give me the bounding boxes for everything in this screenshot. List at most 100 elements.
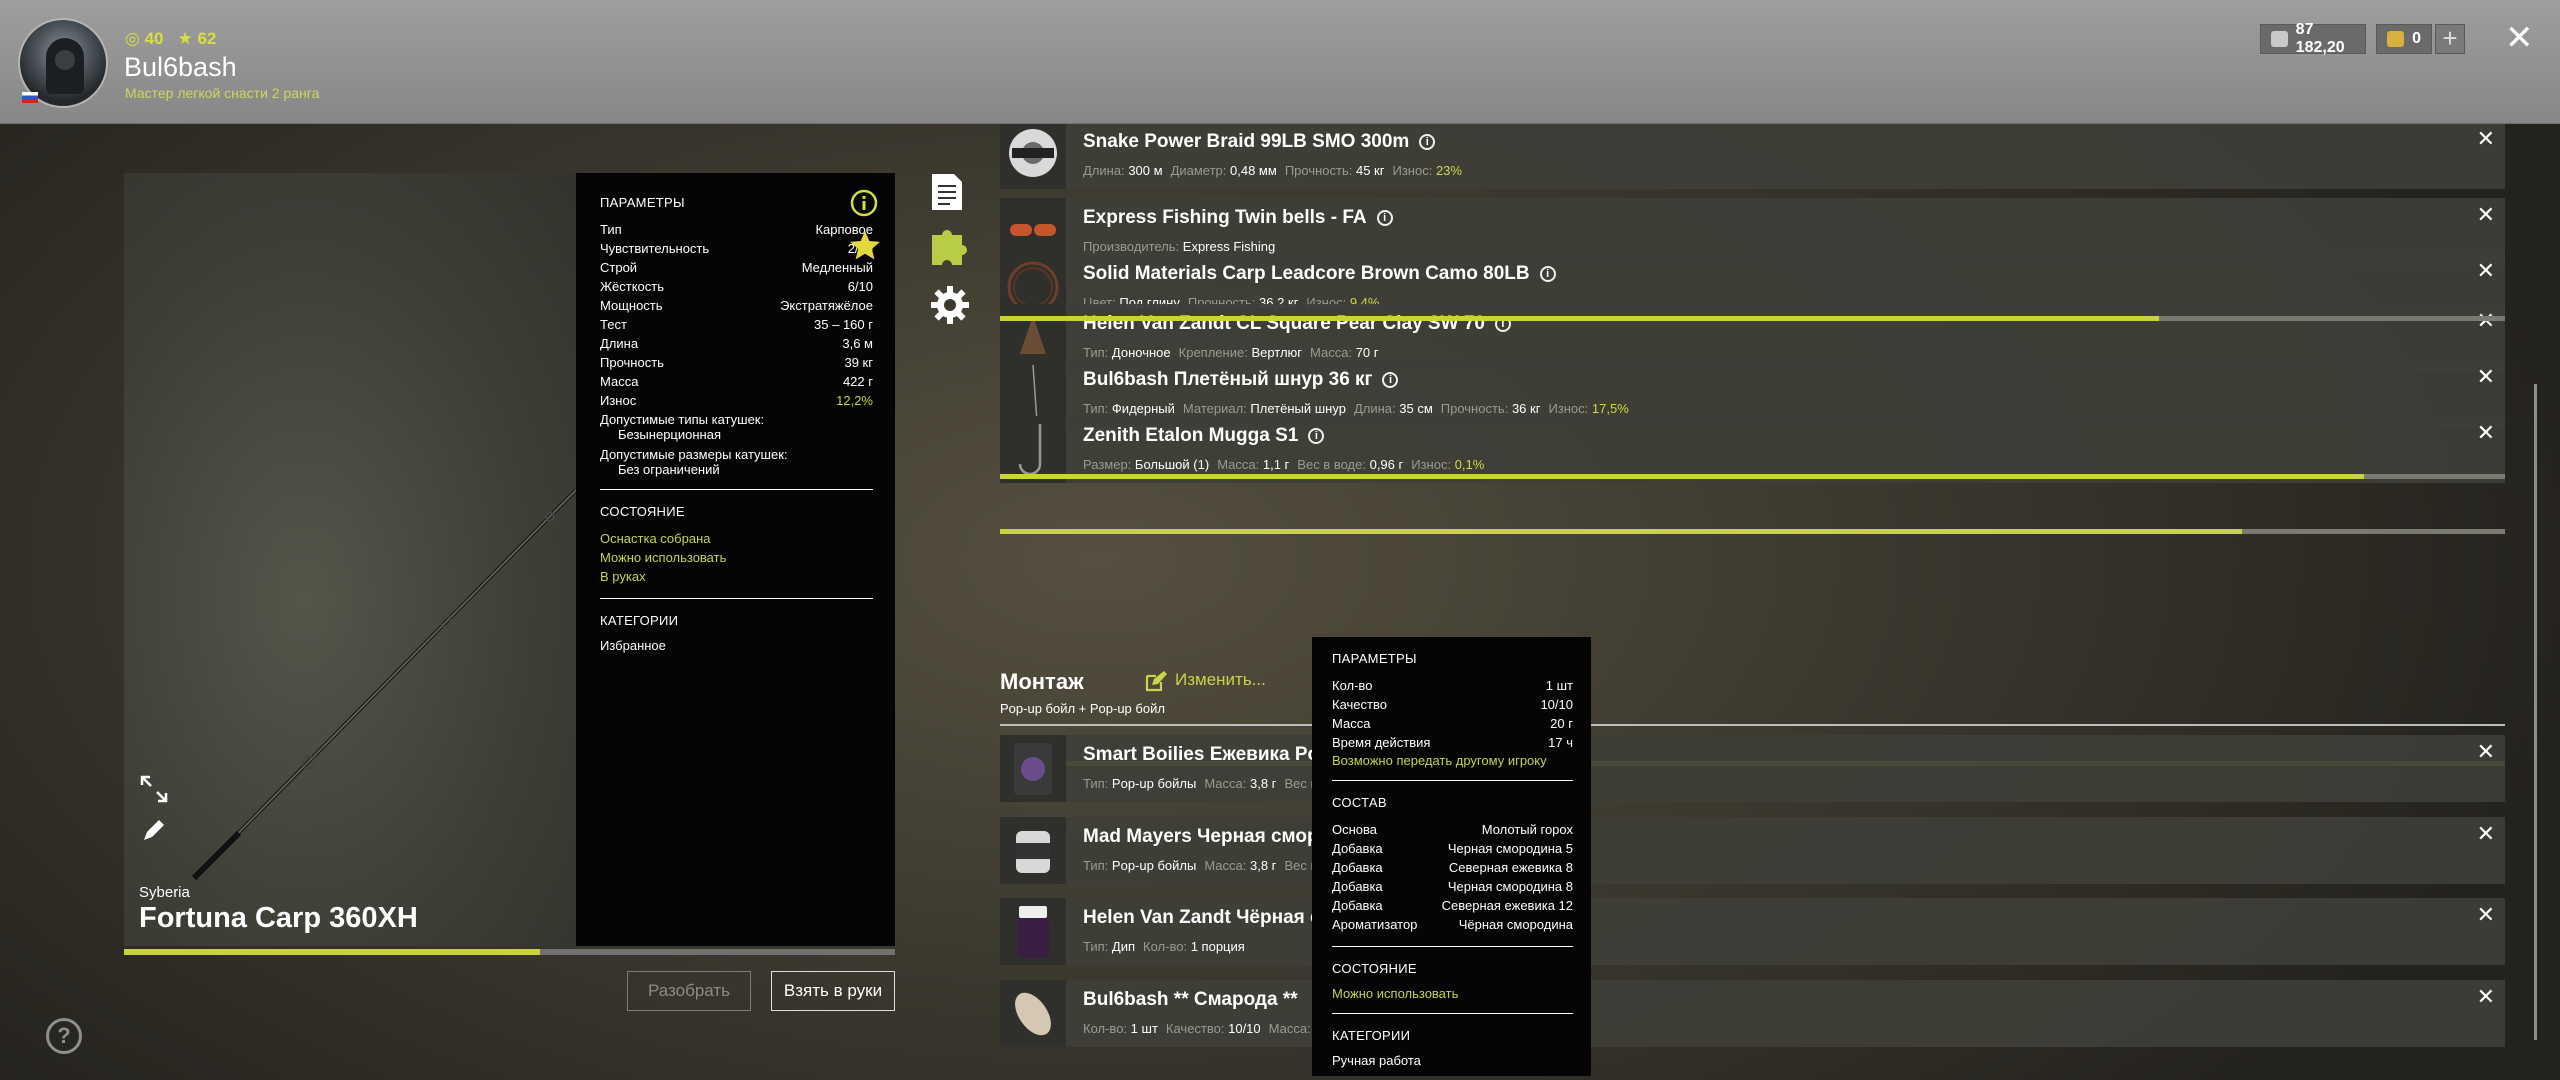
player-stats: ◎ 40 ★ 62 <box>125 29 216 49</box>
rod-param-row-value: 6/10 <box>847 279 873 294</box>
document-icon[interactable] <box>930 172 964 212</box>
help-icon[interactable]: ? <box>46 1018 82 1054</box>
take-in-hands-button[interactable]: Взять в руки <box>771 971 895 1011</box>
close-icon[interactable]: ✕ <box>2477 364 2495 390</box>
tooltip-param-row: Масса 20 г <box>1332 714 1573 733</box>
close-icon[interactable]: ✕ <box>2477 821 2495 847</box>
tooltip-param-row: Кол-во 1 шт <box>1332 676 1573 695</box>
tooltip-categories-title: КАТЕГОРИИ <box>1332 1028 1411 1043</box>
rod-param-row-key: Прочность <box>600 355 664 370</box>
scrollbar[interactable] <box>2534 384 2537 1040</box>
state-title: СОСТОЯНИЕ <box>600 504 685 519</box>
close-icon[interactable]: ✕ <box>2505 18 2534 58</box>
prop-key: Масса: <box>1268 1021 1311 1036</box>
star-icon[interactable] <box>849 230 881 262</box>
rod-param-row: Мощность Экстратяжёлое <box>600 296 873 315</box>
info-icon[interactable]: i <box>1382 372 1399 388</box>
divider <box>1332 946 1573 947</box>
tooltip-param-row: Качество 10/10 <box>1332 695 1573 714</box>
prop-value: 23% <box>1435 163 1462 178</box>
close-icon[interactable]: ✕ <box>2477 739 2495 765</box>
prop-value: 10/10 <box>1228 1021 1261 1036</box>
item-name: Bul6bash ** Смарода ** <box>1083 989 1298 1011</box>
close-icon[interactable]: ✕ <box>2477 902 2495 928</box>
montage-edit-link[interactable]: Изменить... <box>1175 670 1266 690</box>
rod-param-row-value: 39 кг <box>844 355 873 370</box>
username: Bul6bash <box>124 52 237 82</box>
list-item[interactable]: Mad Mayers Черная сморо Тип: Pop-up бойлы… <box>1000 817 2505 884</box>
tooltip-param-row-key: Время действия <box>1332 735 1431 750</box>
item-wear-bar <box>1000 316 2505 321</box>
close-icon[interactable]: ✕ <box>2477 308 2495 334</box>
prop-value: 0,96 г <box>1369 457 1404 472</box>
silver-value: 87 182,20 <box>2295 21 2345 56</box>
tooltip-comp-row: Добавка Северная ежевика 12 <box>1332 896 1573 915</box>
add-currency-button[interactable]: + <box>2435 24 2465 54</box>
tooltip-category-value: Ручная работа <box>1332 1053 1421 1068</box>
reel-sizes-label: Допустимые размеры катушек: <box>600 447 788 462</box>
prop-key: Прочность: <box>1284 163 1353 178</box>
gold-balance[interactable]: 0 <box>2376 24 2432 54</box>
close-icon[interactable]: ✕ <box>2477 202 2495 228</box>
gear-icon[interactable] <box>930 285 970 325</box>
prop-key: Износ: <box>1392 163 1433 178</box>
level-value: 40 <box>144 29 164 48</box>
info-icon[interactable]: i <box>1539 266 1556 282</box>
expand-icon[interactable] <box>139 774 169 804</box>
item-props: Размер: Большой (1) Масса: 1,1 г Вес в вод… <box>1083 457 1492 472</box>
state-in-hands: В руках <box>600 569 646 584</box>
close-icon[interactable]: ✕ <box>2477 258 2495 284</box>
info-icon[interactable] <box>849 188 879 218</box>
rod-param-row-key: Жёсткость <box>600 279 664 294</box>
info-icon[interactable]: i <box>1419 134 1436 150</box>
puzzle-icon[interactable] <box>930 225 970 267</box>
reel-types-value: Безынерционная <box>618 427 721 442</box>
prop-value: Большой (1) <box>1134 457 1210 472</box>
tooltip-composition-list: Основа Молотый горох Добавка Черная смороди… <box>1332 820 1573 934</box>
rod-param-row-value: 422 г <box>842 374 873 389</box>
info-icon[interactable]: i <box>1308 428 1325 444</box>
item-thumbnail <box>1000 817 1066 884</box>
list-item[interactable]: Zenith Etalon Mugga S1 i Размер: Большой (… <box>1000 416 2505 483</box>
tooltip-comp-row-key: Добавка <box>1332 841 1383 856</box>
rod-param-row: Строй Медленный <box>600 258 873 277</box>
info-icon[interactable]: i <box>1376 210 1393 226</box>
rod-param-row-value: 12,2% <box>836 393 873 408</box>
item-name-text: Mad Mayers Черная сморо <box>1083 826 1331 847</box>
silver-balance[interactable]: 87 182,20 <box>2260 21 2366 56</box>
list-item[interactable]: Bul6bash ** Смарода ** Кол-во: 1 шт Качест… <box>1000 980 2505 1047</box>
rod-name: Fortuna Carp 360XH <box>139 902 418 934</box>
tooltip-comp-row-key: Добавка <box>1332 879 1383 894</box>
rod-param-row-key: Тест <box>600 317 627 332</box>
rod-param-row-value: 3,6 м <box>842 336 873 351</box>
edit-icon[interactable] <box>1144 670 1168 692</box>
rod-param-row: Тип Карповое <box>600 220 873 239</box>
rod-param-row-key: Тип <box>600 222 622 237</box>
prop-key: Размер: <box>1083 457 1132 472</box>
prop-value: Express Fishing <box>1182 239 1276 254</box>
tooltip-comp-row-key: Основа <box>1332 822 1378 837</box>
rod-params-list: ТипКарповоеЧувствительность2/10СтройМедл… <box>600 220 873 410</box>
rod-param-row-key: Длина <box>600 336 639 351</box>
list-item[interactable]: Helen Van Zandt Чёрная см Тип: Дип Кол-во:… <box>1000 898 2505 965</box>
pencil-icon[interactable] <box>139 815 169 845</box>
close-icon[interactable]: ✕ <box>2477 984 2495 1010</box>
prop-key: Прочность: <box>1440 401 1509 416</box>
list-item[interactable]: Snake Power Braid 99LB SMO 300m i Длина: 3… <box>1000 124 2505 189</box>
item-props: Тип: Фидерный Материал: Плетёный шнур Длин… <box>1083 401 1637 416</box>
tooltip-comp-row: Основа Молотый горох <box>1332 820 1573 839</box>
item-thumbnail <box>1000 124 1066 189</box>
gold-value: 0 <box>2412 30 2421 47</box>
rod-param-row-key: Чувствительность <box>600 241 710 256</box>
prop-key: Длина: <box>1353 401 1396 416</box>
close-icon[interactable]: ✕ <box>2477 126 2495 152</box>
prop-key: Износ: <box>1411 457 1452 472</box>
close-icon[interactable]: ✕ <box>2477 420 2495 446</box>
rod-param-row: Прочность 39 кг <box>600 353 873 372</box>
list-item[interactable]: Smart Boilies Ежевика Pop Тип: Pop-up бой… <box>1000 735 2505 802</box>
rod-param-row-key: Масса <box>600 374 639 389</box>
item-name-text: Zenith Etalon Mugga S1 <box>1083 425 1299 446</box>
prop-value: Доночное <box>1111 345 1171 360</box>
prop-key: Тип: <box>1083 939 1109 954</box>
disassemble-button[interactable]: Разобрать <box>627 971 751 1011</box>
